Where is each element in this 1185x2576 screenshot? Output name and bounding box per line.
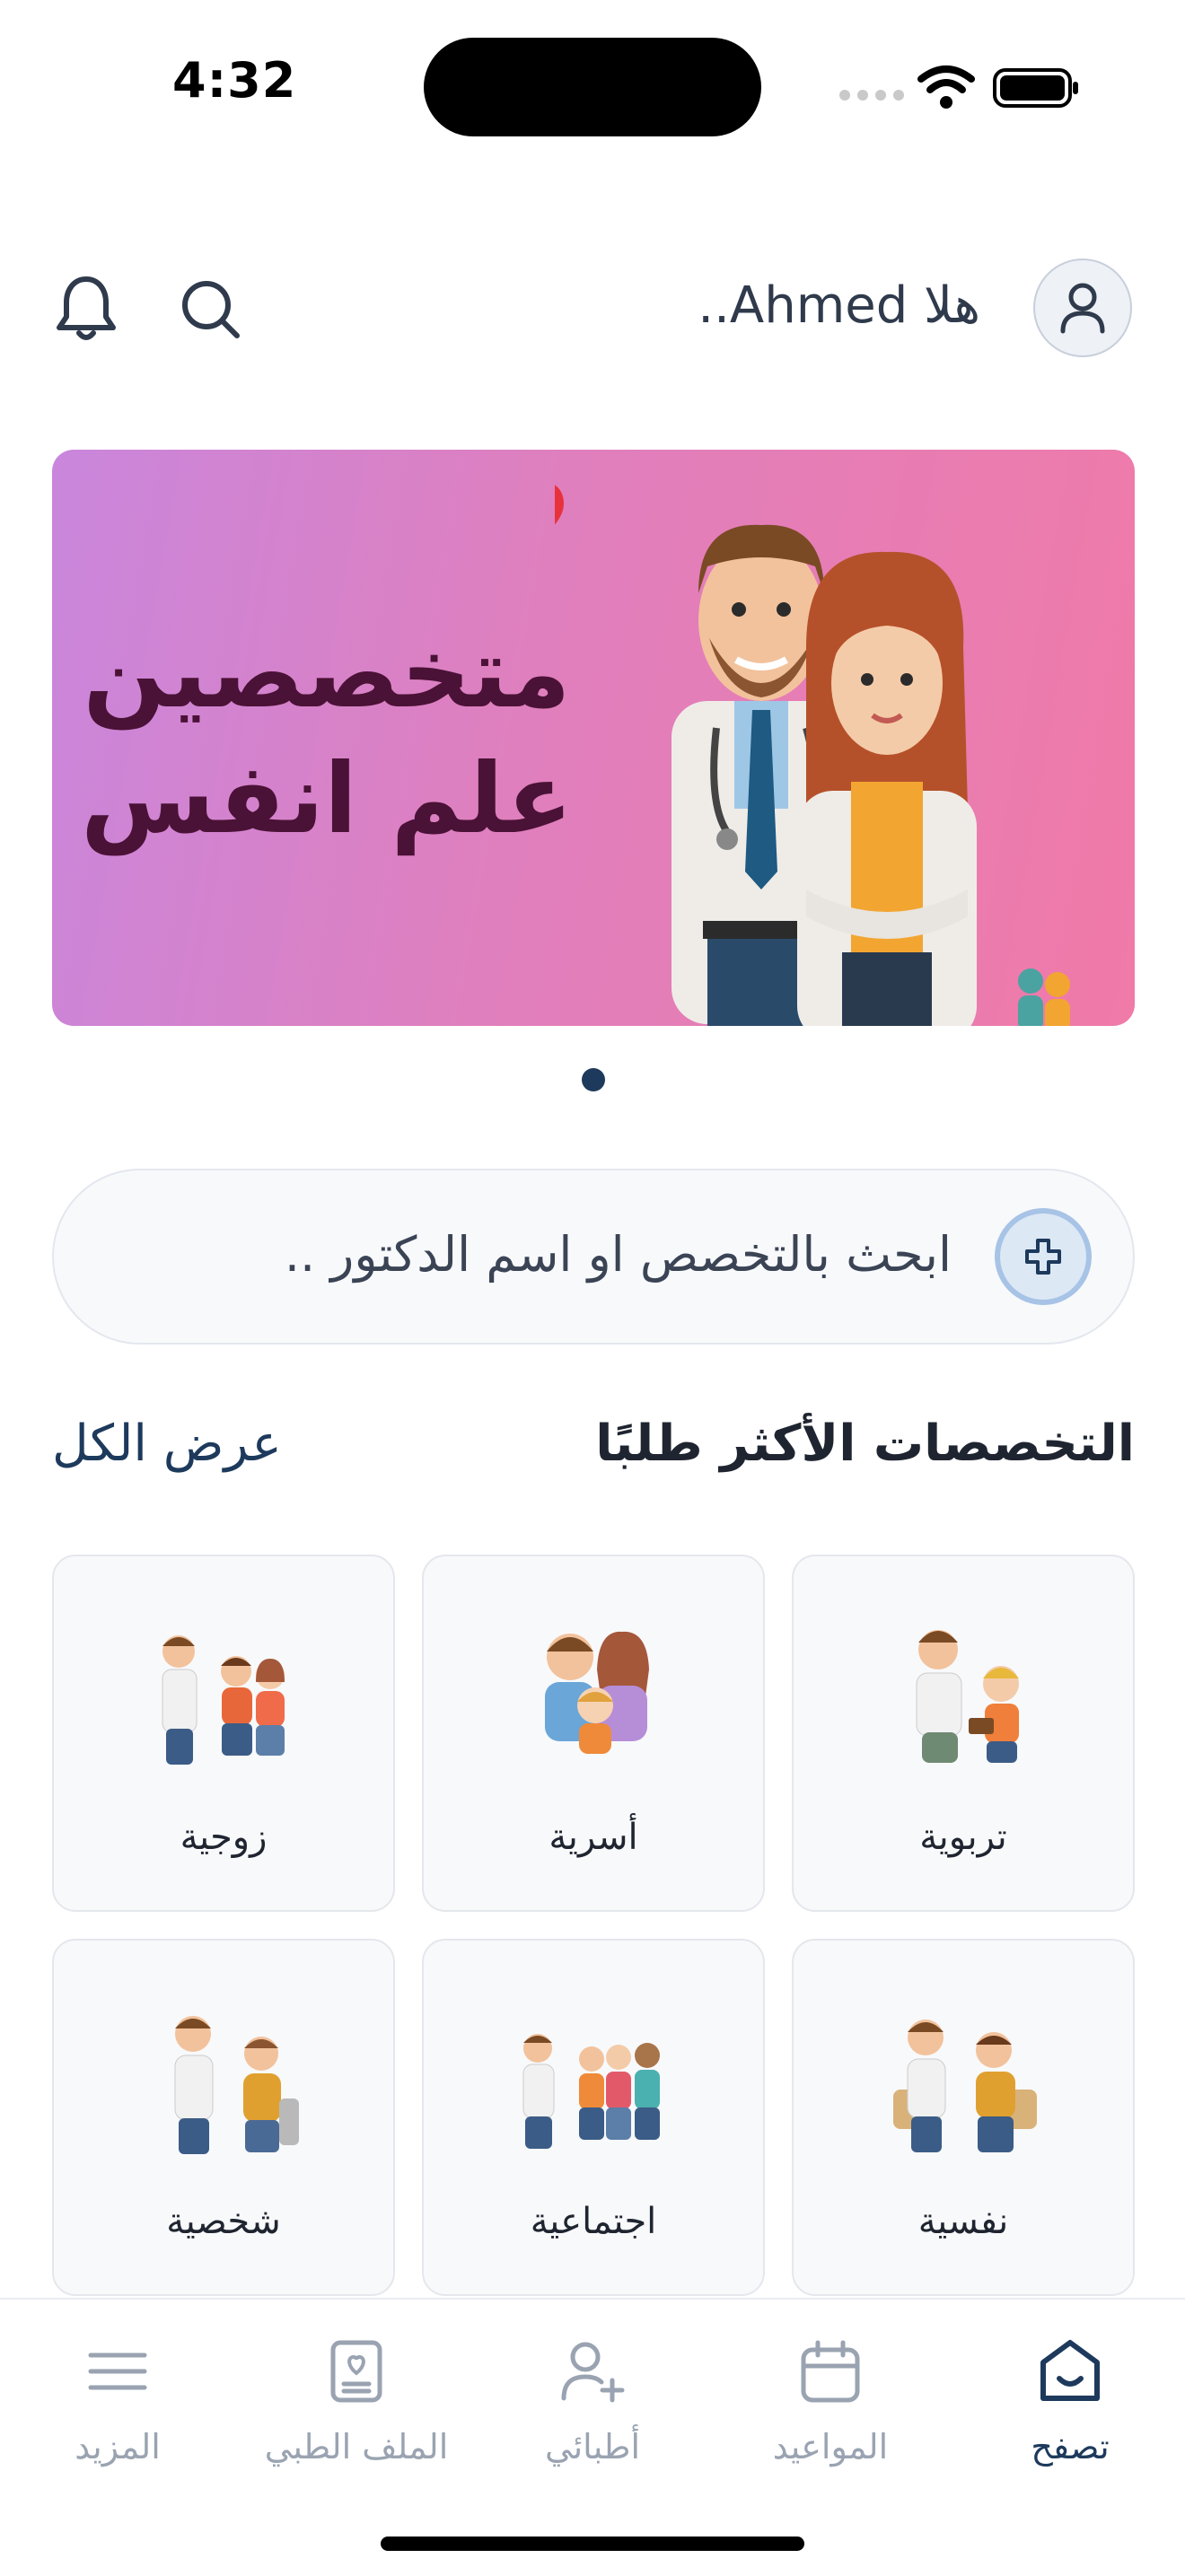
bottom-navigation: تصفح المواعيد أطبائي الملف الطبي المزيد [0,2298,1185,2576]
educational-illustration [916,1630,1019,1763]
specialty-card-personal[interactable]: شخصية [52,1939,395,2296]
specialty-label: شخصية [166,2201,281,2242]
notifications-button[interactable] [47,269,126,348]
greeting-text: هلا Ahmed.. [698,276,980,335]
dynamic-island [424,38,761,136]
banner-pagination [582,1068,605,1091]
search-button[interactable] [171,269,250,348]
nav-label-more: المزيد [75,2427,161,2466]
specialty-card-family[interactable]: أسرية [422,1555,765,1912]
search-field[interactable]: ابحث بالتخصص او اسم الدكتور .. [52,1169,1135,1345]
status-bar: 4:32 [0,0,1185,171]
banner-title-line2: علم انفس [80,743,574,855]
search-icon [182,281,240,338]
specialty-card-educational[interactable]: تربوية [792,1555,1135,1912]
doctors-illustration [555,485,1070,1026]
view-all-link[interactable]: عرض الكل [52,1415,282,1473]
specialty-label: تربوية [919,1817,1007,1858]
wifi-icon [917,66,975,109]
psychological-illustration [893,2020,1037,2152]
status-time: 4:32 [172,52,297,109]
cellular-signal-icon [839,90,904,101]
nav-item-appointments[interactable]: المواعيد [718,2335,943,2466]
specialty-card-social[interactable]: اجتماعية [422,1939,765,2296]
menu-icon [88,2353,147,2390]
banner-title: متخصصين علم انفس [75,611,578,863]
specialty-label: نفسية [917,2201,1009,2242]
nav-label-appointments: المواعيد [772,2427,889,2466]
nav-label-medical-file: الملف الطبي [264,2427,449,2466]
banner-title-line1: متخصصين [83,618,571,730]
specialty-card-marital[interactable]: زوجية [52,1555,395,1912]
user-add-icon [561,2342,625,2403]
bell-icon [57,276,116,340]
medical-file-icon [330,2340,382,2403]
pagination-dot-active[interactable] [582,1068,605,1091]
nav-item-browse[interactable]: تصفح [958,2335,1182,2466]
home-icon [1040,2340,1100,2401]
search-placeholder: ابحث بالتخصص او اسم الدكتور .. [284,1226,952,1283]
calendar-icon [801,2340,860,2403]
nav-item-medical-file[interactable]: الملف الطبي [244,2335,469,2466]
family-illustration [545,1631,649,1754]
nav-item-my-doctors[interactable]: أطبائي [480,2335,705,2466]
battery-icon [993,68,1078,108]
specialty-card-psychological[interactable]: نفسية [792,1939,1135,2296]
nav-item-more[interactable]: المزيد [5,2335,230,2466]
specialties-grid: تربوية أسرية زوجية نفسية اجتماعية شخصية [52,1555,1135,2296]
social-illustration [522,2034,660,2149]
marital-illustration [162,1635,285,1765]
specialty-label: اجتماعية [530,2201,657,2242]
personal-illustration [174,2016,299,2154]
user-icon [1060,283,1105,334]
profile-avatar-button[interactable] [1033,258,1132,357]
specialty-label: أسرية [549,1817,638,1858]
section-title: التخصصات الأكثر طلبًا [595,1415,1135,1473]
nav-label-browse: تصفح [1031,2427,1110,2466]
nav-label-my-doctors: أطبائي [544,2427,641,2466]
promo-banner[interactable]: متخصصين علم انفس [52,450,1135,1026]
specialty-label: زوجية [180,1817,268,1858]
medical-plus-icon [995,1208,1092,1305]
home-indicator[interactable] [381,2537,804,2551]
